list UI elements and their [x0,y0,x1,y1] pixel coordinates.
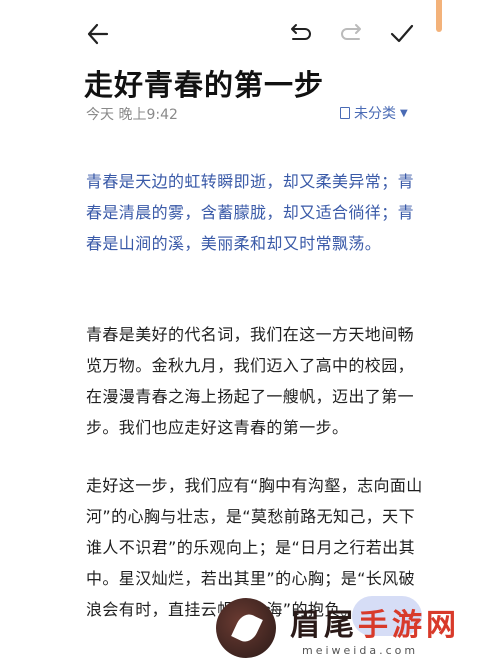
watermark-logo-icon [216,598,276,658]
editor-toolbar [0,18,500,50]
note-title[interactable]: 走好青春的第一步 [84,62,324,104]
category-selector[interactable]: 未分类 ▼ [340,103,408,123]
watermark-text: 眉尾手游网 [290,608,460,643]
undo-icon [291,24,311,40]
check-icon [390,24,414,43]
redo-button[interactable] [336,18,368,50]
done-button[interactable] [386,18,418,50]
undo-button[interactable] [284,18,316,50]
arrow-left-icon [87,23,109,45]
scroll-indicator[interactable] [436,0,442,32]
redo-icon [341,24,361,40]
back-button[interactable] [82,18,114,50]
watermark-url: meiweida.com [302,644,419,657]
document-icon [340,107,350,119]
note-timestamp: 今天 晚上9:42 [86,107,178,123]
caret-down-icon: ▼ [400,107,408,119]
body-paragraph[interactable]: 青春是天边的虹转瞬即逝，却又柔美异常；青春是清晨的雾，含蓄朦胧，却又适合徜徉；青… [86,166,426,259]
site-watermark: 眉尾手游网 meiweida.com [212,596,500,666]
category-label: 未分类 [354,106,396,122]
note-editor: 走好青春的第一步 今天 晚上9:42 未分类 ▼ 青春是天边的虹转瞬即逝，却又柔… [0,0,500,666]
body-paragraph[interactable]: 青春是美好的代名词，我们在这一方天地间畅览万物。金秋九月，我们迈入了高中的校园，… [86,319,426,443]
